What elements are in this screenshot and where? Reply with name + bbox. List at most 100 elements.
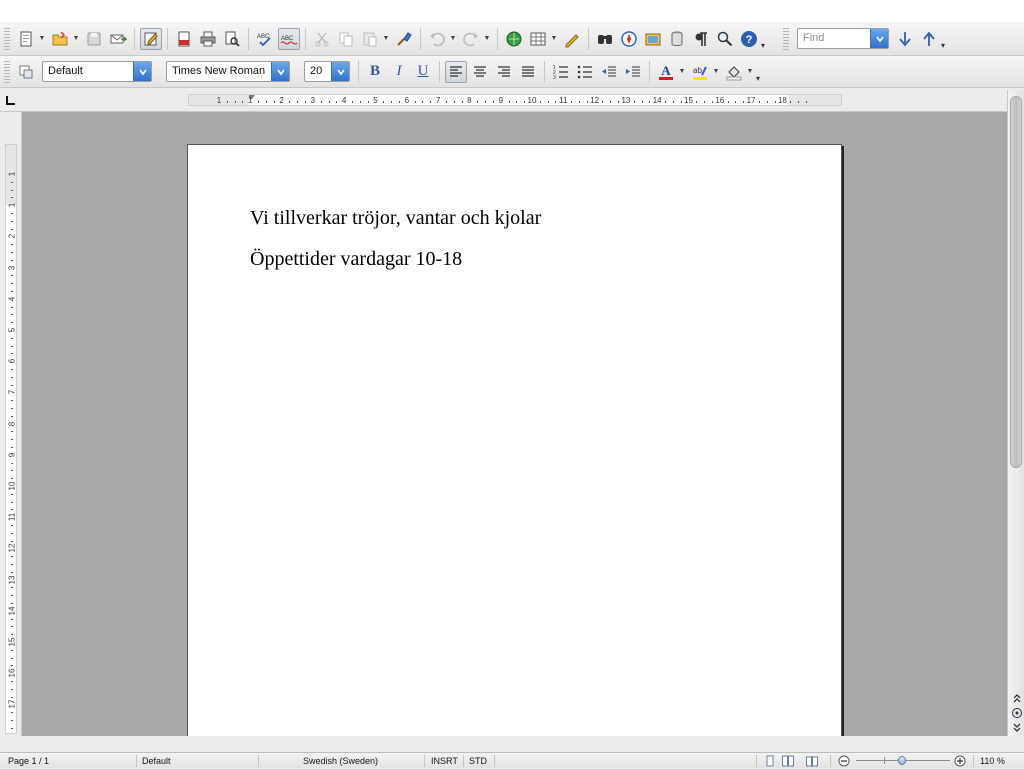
tab-stop-type-selector[interactable]	[6, 96, 15, 105]
page-style[interactable]: Default	[142, 753, 171, 769]
background-color-icon[interactable]	[723, 61, 745, 83]
new-document-dropdown[interactable]: ▼	[38, 28, 46, 50]
previous-page-icon[interactable]	[1010, 691, 1023, 704]
status-divider	[494, 755, 495, 767]
multi-page-view-icon[interactable]	[782, 755, 794, 767]
ruler-tick	[11, 556, 13, 558]
book-view-icon[interactable]	[806, 755, 818, 767]
font-size-dropdown-button[interactable]	[331, 62, 349, 81]
selection-mode[interactable]: STD	[469, 753, 487, 769]
formatting-toolbar-overflow-button[interactable]: ▾	[756, 61, 764, 83]
zoom-in-icon[interactable]	[954, 755, 966, 767]
document-paragraph[interactable]: Vi tillverkar tröjor, vantar och kjolar	[250, 207, 541, 230]
italic-button[interactable]: I	[388, 61, 410, 83]
ruler-number: 9	[7, 452, 17, 458]
document-paragraph[interactable]: Öppettider vardagar 10-18	[250, 248, 462, 271]
zoom-out-icon[interactable]	[838, 755, 850, 767]
font-size-value[interactable]: 20	[305, 62, 331, 81]
paragraph-style-combobox[interactable]: Default	[42, 61, 152, 82]
find-toolbar-grip[interactable]	[783, 27, 789, 50]
draw-functions-icon[interactable]	[561, 28, 583, 50]
find-toolbar-overflow-button[interactable]: ▾	[941, 28, 949, 50]
table-dropdown[interactable]: ▼	[550, 28, 558, 50]
save-icon[interactable]	[83, 28, 105, 50]
find-combobox[interactable]: Find	[797, 28, 889, 49]
styles-formatting-icon[interactable]	[15, 61, 37, 83]
toolbar-grip[interactable]	[4, 27, 10, 50]
paste-icon[interactable]	[359, 28, 381, 50]
ruler-tick	[11, 369, 13, 370]
font-name-value[interactable]: Times New Roman	[167, 62, 271, 81]
print-icon[interactable]	[197, 28, 219, 50]
email-document-icon[interactable]	[107, 28, 129, 50]
next-page-icon[interactable]	[1010, 721, 1023, 734]
clone-formatting-icon[interactable]	[393, 28, 415, 50]
open-recent-dropdown[interactable]: ▼	[72, 28, 80, 50]
horizontal-ruler[interactable]: 1 1 2 3 4 5 6 7 8 9 10 11 12 13 14 15 16 17 18	[188, 94, 842, 106]
bullets-icon[interactable]	[574, 61, 596, 83]
arrow-up-icon[interactable]	[918, 28, 940, 50]
font-color-icon[interactable]: A	[655, 61, 677, 83]
numbering-icon[interactable]: 123	[550, 61, 572, 83]
toolbar-grip[interactable]	[4, 60, 10, 83]
cut-icon[interactable]	[311, 28, 333, 50]
font-name-dropdown-button[interactable]	[271, 62, 289, 81]
edit-file-icon[interactable]	[140, 27, 162, 50]
navigator-icon[interactable]	[618, 28, 640, 50]
export-pdf-icon[interactable]	[173, 28, 195, 50]
increase-indent-icon[interactable]	[622, 61, 644, 83]
find-input[interactable]: Find	[798, 29, 870, 48]
paste-dropdown[interactable]: ▼	[382, 28, 390, 50]
copy-icon[interactable]	[335, 28, 357, 50]
arrow-down-icon[interactable]	[894, 28, 916, 50]
vertical-ruler[interactable]: 1 1 2 3 4 5 6 7 8 9 10 11 12 13 14 15 16 17	[5, 144, 17, 734]
find-replace-icon[interactable]	[594, 28, 616, 50]
single-page-view-icon[interactable]	[764, 755, 776, 767]
underline-button[interactable]: U	[412, 61, 434, 83]
zoom-percentage[interactable]: 110 %	[980, 753, 1005, 769]
bold-button[interactable]: B	[364, 61, 386, 83]
autospellcheck-icon[interactable]: ABC	[278, 27, 300, 50]
zoom-slider-thumb[interactable]	[898, 756, 906, 765]
document-workspace[interactable]: Vi tillverkar tröjor, vantar och kjolar …	[22, 112, 1007, 736]
undo-icon[interactable]	[426, 28, 448, 50]
font-name-combobox[interactable]: Times New Roman	[166, 61, 290, 82]
new-document-icon[interactable]	[15, 28, 37, 50]
paragraph-style-dropdown-button[interactable]	[133, 62, 151, 81]
paragraph-style-value[interactable]: Default	[43, 62, 133, 81]
help-icon[interactable]: ?	[738, 28, 760, 50]
justify-icon[interactable]	[517, 61, 539, 83]
language[interactable]: Swedish (Sweden)	[303, 753, 378, 769]
find-dropdown-button[interactable]	[870, 29, 888, 48]
spellcheck-icon[interactable]: ABC	[254, 28, 276, 50]
font-size-combobox[interactable]: 20	[304, 61, 350, 82]
page-number[interactable]: Page 1 / 1	[8, 753, 49, 769]
document-page[interactable]: Vi tillverkar tröjor, vantar och kjolar …	[187, 144, 842, 736]
align-right-icon[interactable]	[493, 61, 515, 83]
insert-mode[interactable]: INSRT	[431, 753, 458, 769]
decrease-indent-icon[interactable]	[598, 61, 620, 83]
align-center-icon[interactable]	[469, 61, 491, 83]
scrollbar-thumb[interactable]	[1010, 96, 1022, 468]
open-folder-icon[interactable]	[49, 28, 71, 50]
redo-icon[interactable]	[460, 28, 482, 50]
background-color-dropdown[interactable]: ▼	[746, 61, 754, 83]
data-sources-icon[interactable]	[666, 28, 688, 50]
ruler-number: 1	[7, 171, 17, 177]
hyperlink-icon[interactable]	[503, 28, 525, 50]
highlighting-icon[interactable]: ab	[689, 61, 711, 83]
toolbar-overflow-button[interactable]: ▾	[761, 28, 769, 50]
undo-dropdown[interactable]: ▼	[449, 28, 457, 50]
table-icon[interactable]	[527, 28, 549, 50]
redo-dropdown[interactable]: ▼	[483, 28, 491, 50]
svg-text:A: A	[661, 63, 671, 78]
navigation-icon[interactable]	[1010, 706, 1023, 719]
formatting-marks-icon[interactable]	[690, 28, 712, 50]
vertical-scrollbar[interactable]	[1007, 90, 1024, 736]
gallery-icon[interactable]	[642, 28, 664, 50]
align-left-icon[interactable]	[445, 60, 467, 83]
print-preview-icon[interactable]	[221, 28, 243, 50]
font-color-dropdown[interactable]: ▼	[678, 61, 686, 83]
highlighting-dropdown[interactable]: ▼	[712, 61, 720, 83]
zoom-icon[interactable]	[714, 28, 736, 50]
